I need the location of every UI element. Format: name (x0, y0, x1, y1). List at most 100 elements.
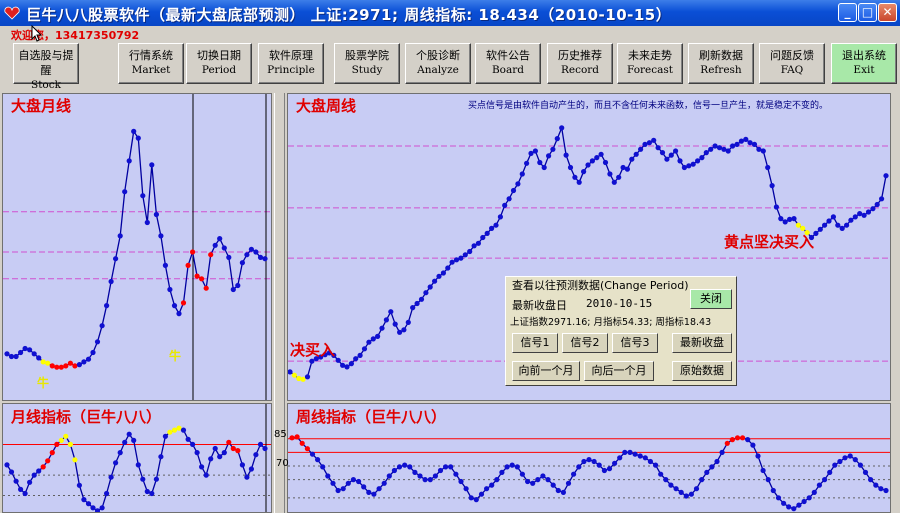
data-point (345, 480, 351, 486)
signal1-button[interactable]: 信号1 (512, 333, 558, 353)
toolbar-button-refresh[interactable]: 刷新数据 Refresh (688, 43, 754, 84)
buy-signal-point (49, 450, 55, 456)
buy-signal-point (304, 446, 310, 452)
data-point (499, 469, 505, 475)
data-point (8, 469, 15, 475)
maximize-button[interactable]: □ (858, 3, 877, 22)
monthly-chart (3, 94, 271, 400)
data-point (750, 442, 756, 448)
data-point (335, 487, 341, 494)
raw-data-button[interactable]: 原始数据 (672, 361, 732, 381)
data-point (690, 161, 696, 167)
buy-signal-point (45, 458, 51, 464)
data-point (262, 445, 268, 452)
data-point (122, 439, 128, 445)
data-point (427, 477, 433, 483)
data-point (4, 462, 10, 468)
button-label-cn: 切换日期 (197, 49, 241, 62)
signal2-button[interactable]: 信号2 (562, 333, 608, 353)
data-point (144, 488, 150, 495)
data-point (770, 487, 776, 494)
data-point (480, 234, 486, 241)
toolbar-button-faq[interactable]: 问题反馈 FAQ (759, 43, 825, 84)
data-point (673, 486, 679, 492)
data-point (668, 482, 674, 488)
data-point (350, 477, 356, 483)
button-label-cn: 问题反馈 (770, 49, 814, 62)
buy-annotation: 决买入 (290, 341, 336, 359)
data-point (388, 309, 394, 315)
data-point (493, 222, 499, 228)
data-point (76, 482, 82, 488)
data-point (180, 427, 187, 433)
toolbar-button-record[interactable]: 历史推荐 Record (547, 43, 613, 84)
data-point (325, 473, 331, 479)
data-point (330, 480, 336, 486)
data-point (638, 146, 644, 152)
data-point (555, 487, 561, 494)
data-point (117, 450, 123, 456)
button-label-en: Study (351, 64, 383, 76)
data-point (655, 145, 661, 151)
prev-month-button[interactable]: 向前一个月 (512, 361, 580, 381)
app-window: 巨牛八八股票软件（最新大盘底部预测） 上证:2971; 周线指标: 18.434… (0, 0, 900, 513)
data-point (778, 216, 784, 222)
data-point (532, 148, 538, 154)
data-point (852, 214, 858, 220)
data-point (437, 467, 444, 474)
data-point (262, 256, 268, 262)
data-point (616, 174, 622, 180)
data-point (463, 486, 469, 492)
data-point (402, 462, 408, 468)
button-label-en: Board (491, 64, 525, 76)
data-point (85, 501, 92, 507)
weekly-indicator-panel: 周线指标（巨牛八八） 85 70 (287, 403, 891, 513)
buy-signal-point (235, 448, 241, 454)
toolbar-button-forecast[interactable]: 未来走势 Forecast (617, 43, 683, 84)
toolbar-button-analyze[interactable]: 个股诊断 Analyze (405, 43, 471, 84)
data-point (230, 286, 236, 293)
data-point (550, 146, 556, 152)
data-point (861, 212, 867, 218)
toolbar-button-stock-manage[interactable]: 自选股与提醒Stock Manage (13, 43, 79, 106)
data-point (190, 441, 196, 447)
latest-close-button[interactable]: 最新收盘 (672, 333, 732, 353)
data-point (773, 204, 779, 210)
buy-signal-point (194, 273, 200, 279)
latest-date-value: 2010-10-15 (586, 297, 653, 310)
next-month-button[interactable]: 向后一个月 (584, 361, 654, 381)
toolbar-button-market[interactable]: 行情系统 Market (118, 43, 184, 84)
toolbar-button-period[interactable]: 切换日期 Period (186, 43, 252, 84)
title-bar[interactable]: 巨牛八八股票软件（最新大盘底部预测） 上证:2971; 周线指标: 18.434… (0, 0, 900, 26)
data-point (515, 181, 521, 187)
data-point (76, 362, 82, 368)
data-point (852, 457, 858, 463)
minimize-button[interactable]: _ (838, 3, 857, 22)
data-point (811, 489, 817, 495)
data-point (525, 478, 531, 485)
data-point (4, 351, 10, 357)
data-point (565, 480, 572, 486)
data-point (572, 174, 578, 180)
data-point (379, 325, 385, 331)
app-logo-icon (4, 6, 20, 20)
toolbar-button-board[interactable]: 软件公告 Board (475, 43, 541, 84)
data-point (217, 236, 223, 242)
data-point (693, 486, 700, 492)
yellow-buy-annotation: 黄点坚决买入 (724, 233, 815, 251)
data-point (104, 303, 110, 309)
data-point (791, 216, 797, 222)
splitter[interactable] (274, 93, 285, 513)
signal3-button[interactable]: 信号3 (612, 333, 658, 353)
close-window-button[interactable]: ✕ (878, 3, 897, 22)
yellow-signal-point (72, 457, 78, 463)
data-point (445, 265, 451, 271)
data-point (601, 467, 607, 474)
dialog-close-button[interactable]: 关闭 (690, 289, 732, 309)
data-point (576, 464, 582, 470)
toolbar-button-principle[interactable]: 软件原理 Principle (258, 43, 324, 84)
data-point (176, 311, 182, 317)
buy-signal-point (294, 434, 300, 440)
toolbar-button-exit[interactable]: 退出系统 Exit (831, 43, 897, 84)
toolbar-button-study[interactable]: 股票学院 Study (334, 43, 400, 84)
